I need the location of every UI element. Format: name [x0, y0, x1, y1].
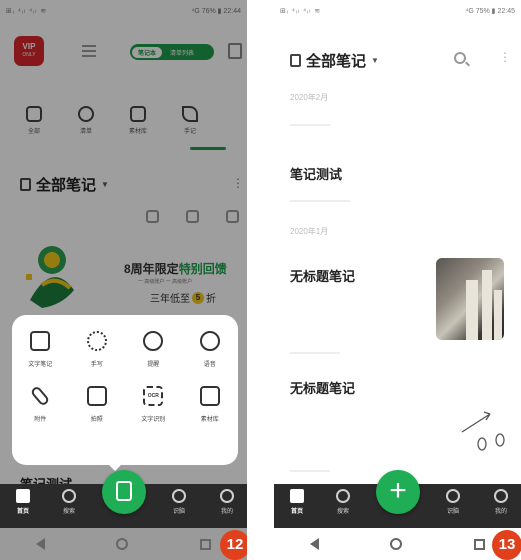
nav-home[interactable]: 首页: [282, 489, 312, 515]
note-list-item[interactable]: 笔记测试: [290, 164, 342, 183]
paperclip-icon: [29, 385, 51, 407]
back-icon[interactable]: [309, 538, 319, 550]
add-note-fab[interactable]: +: [376, 470, 420, 514]
popup-item-label: 文字笔记: [28, 362, 53, 368]
faint-separator: [290, 124, 330, 126]
search-icon: [336, 489, 350, 503]
new-voice-button[interactable]: 语音: [182, 327, 239, 368]
back-icon[interactable]: [35, 538, 45, 550]
nav-profile[interactable]: 我的: [212, 489, 242, 515]
status-bar: ⊞ᵢ ⁴ᵢₗ ⁴ᵢₗ ≋ ⁴G 75% ▮ 22:45: [274, 0, 521, 22]
search-icon[interactable]: [454, 52, 466, 64]
nav-label: 我的: [220, 509, 233, 515]
home-icon: [290, 489, 304, 503]
new-handwriting-button[interactable]: 手写: [69, 327, 126, 368]
more-options-icon[interactable]: ⋮: [499, 50, 511, 64]
building-shape: [482, 270, 492, 340]
new-photo-button[interactable]: 拍照: [69, 382, 126, 423]
search-icon: [62, 489, 76, 503]
note-list-item[interactable]: 无标题笔记: [290, 378, 355, 397]
notebook-title: 全部笔记: [306, 53, 367, 70]
alarm-clock-icon: [143, 331, 164, 351]
notebook-icon: [290, 54, 301, 67]
nav-label: 识脑: [172, 509, 185, 515]
system-nav-bar: [274, 528, 521, 560]
phone-screen-right: ⊞ᵢ ⁴ᵢₗ ⁴ᵢₗ ≋ ⁴G 75% ▮ 22:45 全部笔记 ▼ ⋮ 202…: [274, 0, 521, 560]
person-icon: [494, 489, 508, 503]
nav-label: 搜索: [336, 509, 349, 515]
building-shape: [494, 290, 502, 340]
scribble-icon: [86, 331, 107, 351]
bottom-nav: 首页 搜索 识脑 我的: [0, 470, 247, 528]
nav-insight[interactable]: 识脑: [164, 489, 194, 515]
new-attachment-button[interactable]: 附件: [12, 382, 69, 423]
faint-separator: [290, 352, 340, 354]
nav-label: 首页: [16, 509, 29, 515]
note-thumbnail-image[interactable]: [436, 258, 504, 340]
date-group-label: 2020年2月: [290, 93, 329, 102]
nav-insight[interactable]: 识脑: [438, 489, 468, 515]
new-note-fab[interactable]: [102, 470, 146, 514]
ocr-icon: OCR: [143, 386, 164, 406]
building-shape: [466, 280, 478, 340]
popup-item-label: 手写: [90, 362, 103, 368]
note-list-item[interactable]: 无标题笔记: [290, 266, 355, 285]
archive-icon: [199, 386, 220, 406]
step-badge: 12: [220, 530, 247, 560]
step-badge: 13: [492, 530, 521, 560]
new-material-button[interactable]: 素材库: [182, 382, 239, 423]
popup-item-label: 提醒: [147, 362, 160, 368]
battery-time: ⁴G 75% ▮ 22:45: [465, 8, 515, 15]
target-icon: [446, 489, 460, 503]
nav-profile[interactable]: 我的: [486, 489, 516, 515]
date-group-label: 2020年1月: [290, 227, 329, 236]
target-icon: [172, 489, 186, 503]
caret-down-icon: ▼: [371, 56, 379, 65]
bottom-nav: 首页 搜索 + 识脑 我的: [274, 470, 521, 528]
system-nav-bar: [0, 528, 247, 560]
nav-home[interactable]: 首页: [8, 489, 38, 515]
camera-icon: [86, 386, 107, 406]
popup-item-label: 语音: [203, 362, 216, 368]
new-reminder-button[interactable]: 提醒: [125, 327, 182, 368]
home-circle-icon[interactable]: [390, 538, 403, 550]
microphone-icon: [199, 331, 220, 351]
popup-grid: 文字笔记 手写 提醒 语音 附件 拍照 OCR 文字识别 素材库: [12, 327, 238, 423]
handwriting-sketch-icon: [461, 411, 505, 451]
new-text-note-button[interactable]: 文字笔记: [12, 327, 69, 368]
nav-search[interactable]: 搜索: [328, 489, 358, 515]
popup-item-label: 素材库: [200, 417, 219, 423]
signal-indicators: ⊞ᵢ ⁴ᵢₗ ⁴ᵢₗ ≋: [280, 8, 322, 15]
popup-item-label: 文字识别: [141, 417, 166, 423]
nav-search[interactable]: 搜索: [54, 489, 84, 515]
notebook-selector[interactable]: 全部笔记 ▼: [290, 50, 379, 71]
nav-label: 搜索: [62, 509, 75, 515]
nav-label: 我的: [494, 509, 507, 515]
text-note-icon: [30, 331, 51, 351]
nav-label: 识脑: [446, 509, 459, 515]
faint-separator: [290, 200, 350, 202]
home-circle-icon[interactable]: [116, 538, 129, 550]
recents-icon[interactable]: [474, 538, 486, 550]
note-doc-icon: [116, 481, 132, 501]
nav-label: 首页: [290, 509, 303, 515]
new-ocr-button[interactable]: OCR 文字识别: [125, 382, 182, 423]
person-icon: [220, 489, 234, 503]
notes-header: 全部笔记 ▼ ⋮: [274, 40, 521, 76]
home-icon: [16, 489, 30, 503]
recents-icon[interactable]: [200, 538, 212, 550]
new-note-popup: 文字笔记 手写 提醒 语音 附件 拍照 OCR 文字识别 素材库: [12, 315, 238, 465]
faint-separator: [290, 470, 330, 472]
popup-item-label: 拍照: [90, 417, 103, 423]
phone-screen-left: ⊞ᵢ ⁴ᵢₗ ⁴ᵢₗ ≋ ⁴G 76% ▮ 22:44 VIP ONLY 笔记本…: [0, 0, 247, 560]
popup-item-label: 附件: [34, 417, 47, 423]
